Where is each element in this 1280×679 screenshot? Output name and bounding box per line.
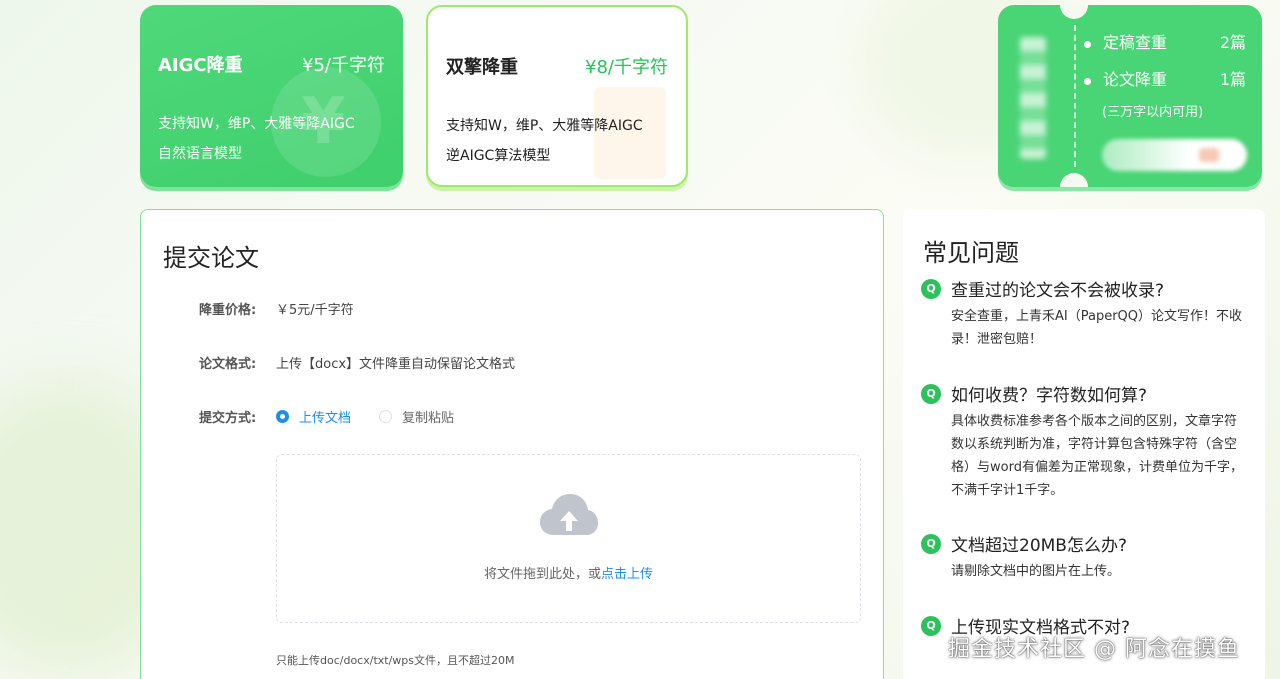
upload-instruction: 将文件拖到此处，或点击上传 (277, 563, 860, 582)
plan-description-line: 自然语言模型 (158, 146, 242, 162)
radio-upload-document[interactable]: 上传文档 (276, 407, 351, 426)
plan-description: 支持知W，维P、大雅等降AIGC 逆AIGC算法模型 (446, 111, 668, 171)
plan-name: AIGC降重 (158, 55, 243, 76)
plan-card-aigc[interactable]: AIGC降重 ¥5/千字符 支持知W，维P、大雅等降AIGC 自然语言模型 (140, 5, 403, 187)
upload-tip: 只能上传doc/docx/txt/wps文件，且不超过20M (276, 654, 515, 667)
price-label: 降重价格: (199, 303, 257, 318)
method-row: 提交方式: 上传文档 复制粘贴 (199, 407, 482, 426)
cloud-upload-icon (540, 494, 598, 535)
plan-name: 双擎降重 (446, 57, 518, 78)
faq-answer: 请剔除文档中的图片在上传。 (951, 564, 1121, 579)
faq-answer: 安全查重，上青禾AI（PaperQQ）论文写作！不收录！泄密包赔！ (951, 309, 1243, 347)
faq-question-text: 文档超过20MB怎么办? (951, 536, 1127, 556)
plan-card-dual-engine[interactable]: 双擎降重 ¥8/千字符 支持知W，维P、大雅等降AIGC 逆AIGC算法模型 (426, 5, 688, 187)
faq-question-text: 查重过的论文会不会被收录? (951, 281, 1165, 301)
price-value: ￥5元/千字符 (276, 303, 354, 318)
faq-title: 常见问题 (923, 239, 1019, 267)
coupon-notch (1060, 173, 1088, 187)
question-icon: Q (921, 533, 941, 554)
submit-paper-panel: 提交论文 降重价格: ￥5元/千字符 论文格式: 上传【docx】文件降重自动保… (140, 209, 884, 679)
panel-title: 提交论文 (163, 244, 259, 272)
coupon-item-count: 1篇 (1219, 70, 1246, 89)
file-drop-zone[interactable]: 将文件拖到此处，或点击上传 (276, 454, 861, 623)
plan-description: 支持知W，维P、大雅等降AIGC 自然语言模型 (158, 109, 385, 169)
bullet-icon (1084, 41, 1091, 48)
plan-price: ¥5/千字符 (302, 55, 385, 76)
faq-question: Q 查重过的论文会不会被收录? (921, 276, 1249, 301)
radio-circle[interactable] (379, 410, 393, 423)
plan-description-line: 支持知W，维P、大雅等降AIGC (158, 116, 355, 132)
question-icon: Q (921, 615, 941, 636)
bullet-icon (1084, 78, 1091, 85)
coupon-item: 论文降重 1篇 (1084, 66, 1246, 90)
question-icon: Q (921, 278, 941, 299)
format-row: 论文格式: 上传【docx】文件降重自动保留论文格式 (199, 353, 515, 372)
site-watermark: 掘金技术社区 @ 阿念在摸鱼 (948, 637, 1240, 662)
coupon-item-count: 2篇 (1219, 33, 1246, 52)
radio-circle[interactable] (276, 410, 289, 423)
coupon-note: (三万字以内可用) (1102, 105, 1204, 120)
radio-label: 上传文档 (299, 411, 352, 426)
coupon-divider (1074, 25, 1076, 167)
faq-item: Q 如何收费？字符数如何算? 具体收费标准参考各个版本之间的区别，文章字符数以系统… (921, 381, 1249, 502)
coupon-item: 定稿查重 2篇 (1084, 29, 1246, 53)
method-label: 提交方式: (199, 411, 257, 426)
faq-question: Q 文档超过20MB怎么办? (921, 531, 1249, 556)
plan-description-line: 支持知W，维P、大雅等降AIGC (446, 118, 643, 134)
faq-answer: 具体收费标准参考各个版本之间的区别，文章字符数以系统判断为准，字符计算包含特殊字… (951, 414, 1243, 498)
format-label: 论文格式: (199, 357, 257, 372)
faq-item: Q 查重过的论文会不会被收录? 安全查重，上青禾AI（PaperQQ）论文写作！不… (921, 276, 1249, 351)
radio-copy-paste[interactable]: 复制粘贴 (379, 407, 454, 426)
upload-instruction-text: 将文件拖到此处，或 (483, 567, 601, 582)
plan-price: ¥8/千字符 (585, 57, 668, 78)
coupon-notch (1060, 5, 1088, 19)
format-value: 上传【docx】文件降重自动保留论文格式 (276, 357, 516, 372)
question-icon: Q (921, 383, 941, 404)
faq-question: Q 如何收费？字符数如何算? (921, 381, 1249, 406)
coupon-item-label: 定稿查重 (1103, 33, 1168, 52)
faq-panel: 常见问题 Q 查重过的论文会不会被收录? 安全查重，上青禾AI（PaperQQ）论… (903, 209, 1265, 679)
blurred-coupon-title (1020, 37, 1046, 159)
plan-description-line: 逆AIGC算法模型 (446, 148, 551, 164)
price-row: 降重价格: ￥5元/千字符 (199, 299, 354, 318)
faq-item: Q 文档超过20MB怎么办? 请剔除文档中的图片在上传。 (921, 531, 1249, 583)
coupon-claim-button[interactable] (1102, 139, 1247, 171)
coupon-item-label: 论文降重 (1103, 70, 1168, 89)
radio-label: 复制粘贴 (402, 411, 455, 426)
click-upload-link[interactable]: 点击上传 (601, 567, 653, 582)
faq-question-text: 如何收费？字符数如何算? (951, 386, 1148, 406)
coupon-card[interactable]: 定稿查重 2篇 论文降重 1篇 (三万字以内可用) (998, 5, 1262, 187)
